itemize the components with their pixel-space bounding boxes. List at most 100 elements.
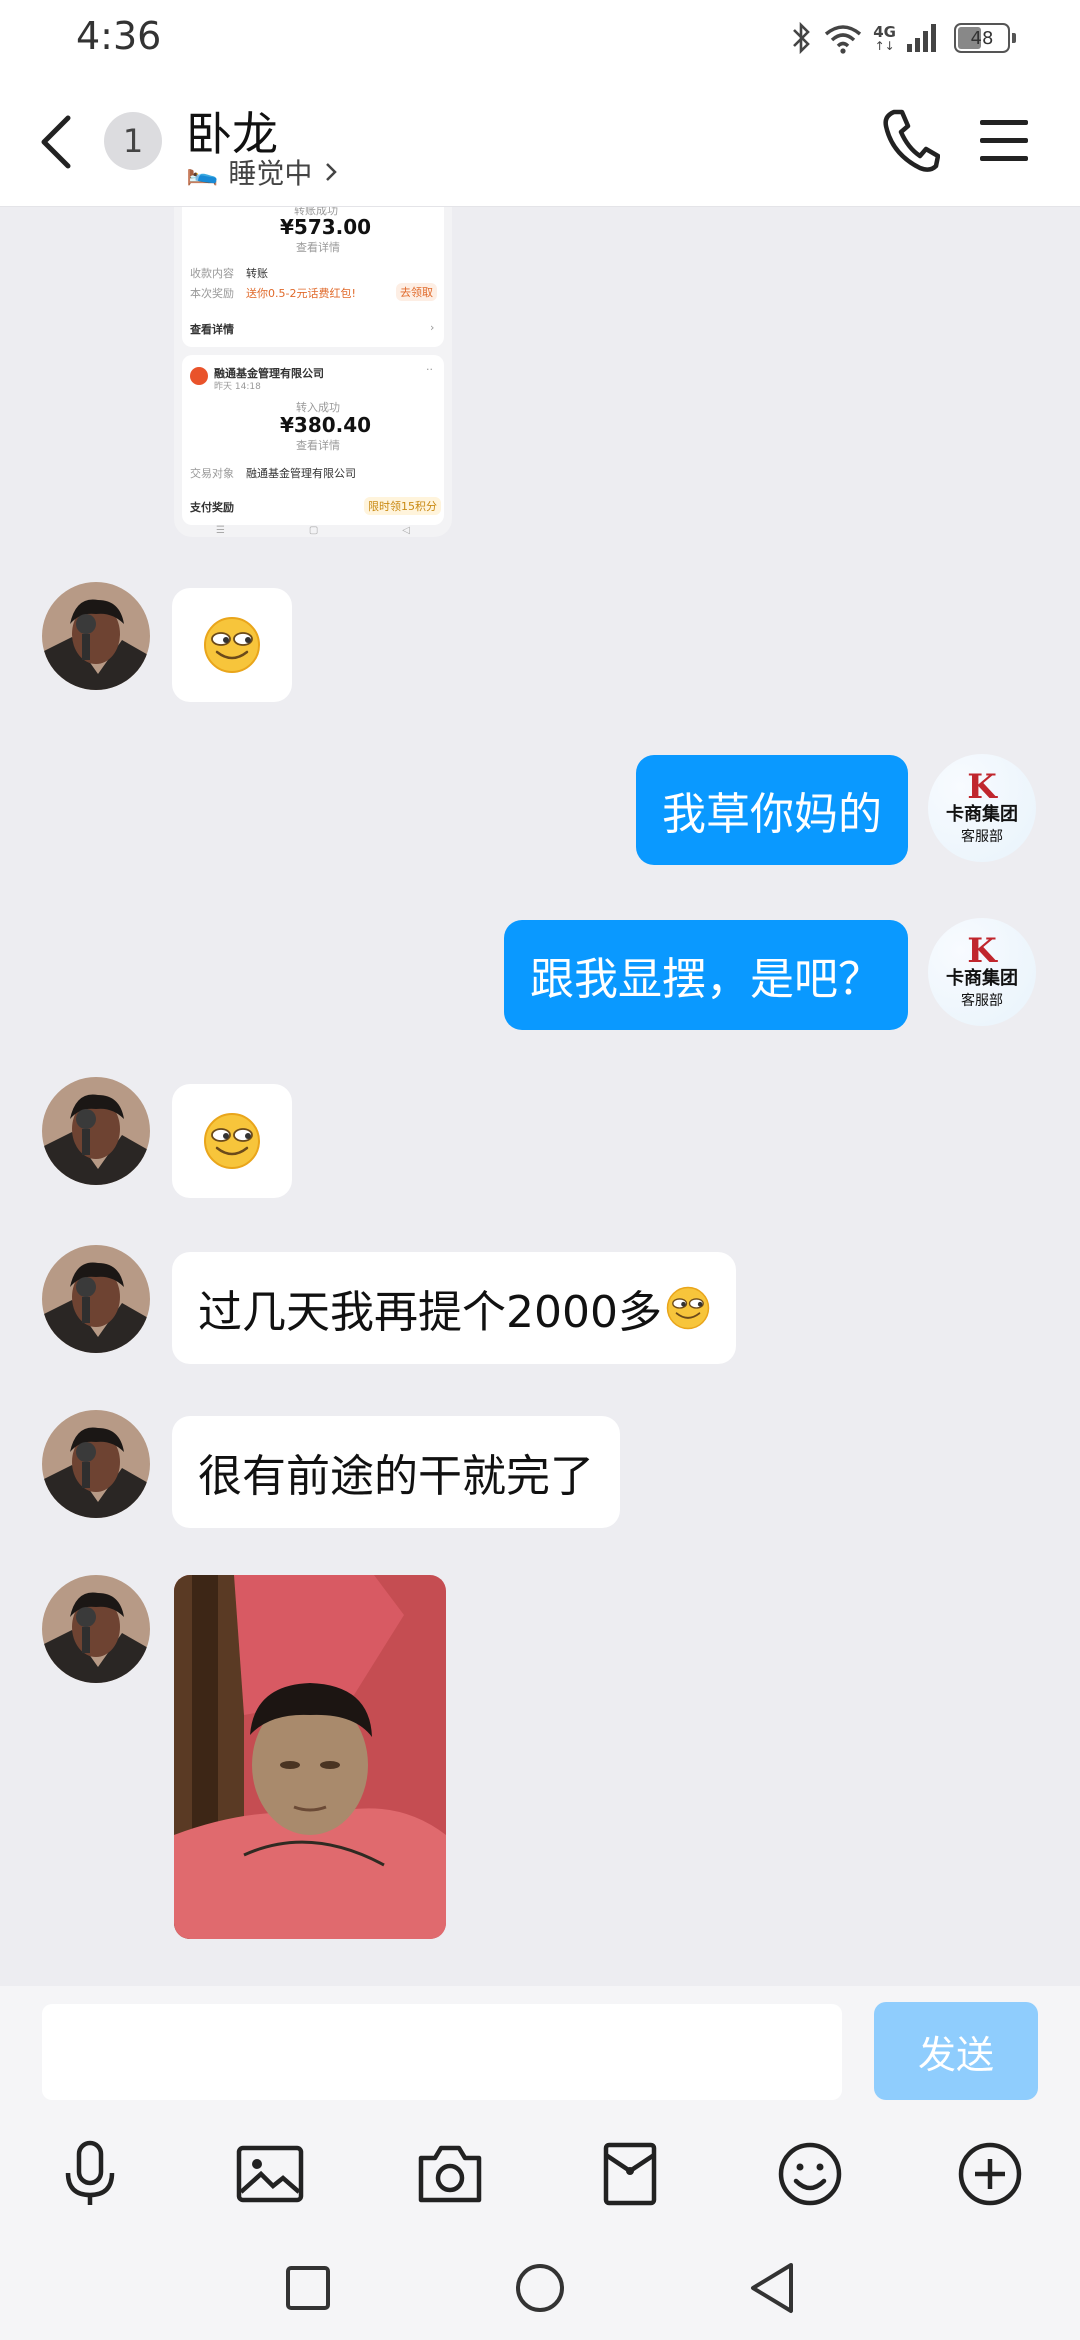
message-input-bar: 发送	[0, 1986, 1080, 2112]
network-type-label: 4G	[873, 22, 896, 41]
contact-avatar[interactable]	[42, 1245, 150, 1353]
contact-status-text: 睡觉中	[228, 157, 313, 190]
received-message[interactable]: 很有前途的干就完了	[172, 1416, 620, 1528]
back-button[interactable]	[34, 112, 82, 172]
unread-count-badge[interactable]: 1	[104, 112, 162, 170]
signal-icon	[907, 24, 936, 52]
square-icon	[286, 2266, 330, 2310]
contact-avatar[interactable]	[42, 1077, 150, 1185]
battery-icon: 48	[954, 23, 1016, 53]
red-packet-icon	[603, 2142, 657, 2206]
avatar-logo: K 卡商集团 客服部	[928, 918, 1036, 1026]
chat-header: 1 卧龙 🛌 睡觉中	[0, 76, 1080, 207]
back-icon: ◁	[402, 524, 410, 536]
payment-card-1-badge: 去领取	[396, 283, 437, 301]
microphone-icon	[65, 2140, 115, 2205]
contact-status[interactable]: 🛌 睡觉中	[186, 152, 340, 192]
payment-card-2: 融通基金管理有限公司 昨天 14:18 ·· 转入成功 ¥380.40 查看详情…	[182, 355, 444, 525]
my-avatar[interactable]: K 卡商集团 客服部	[928, 918, 1036, 1026]
emoji-message[interactable]	[172, 1084, 292, 1198]
status-icons: 4G ↑↓ 48	[791, 18, 1016, 58]
payment-card-1-details-link: 查看详情	[190, 323, 234, 336]
payment-card-1-row1-value: 转账	[246, 267, 268, 280]
hamburger-menu-icon	[980, 120, 1028, 161]
status-time: 4:36	[76, 14, 162, 58]
payment-card-2-date: 昨天 14:18	[214, 382, 261, 392]
payment-card-2-row2-label: 支付奖励	[190, 501, 234, 514]
plus-icon	[958, 2142, 1022, 2206]
payment-card-1-row2-label: 本次奖励	[190, 287, 234, 300]
payment-card-1-view-detail: 查看详情	[296, 241, 340, 254]
payment-card-2-row1-value: 融通基金管理有限公司	[246, 467, 356, 480]
image-icon	[236, 2145, 304, 2203]
payment-card-2-row1-label: 交易对象	[190, 467, 234, 480]
input-toolbar	[0, 2112, 1080, 2236]
avatar-image	[42, 1077, 150, 1185]
contact-avatar[interactable]	[42, 1410, 150, 1518]
chat-message-list[interactable]: 转账成功 ¥573.00 查看详情 收款内容 转账 本次奖励 送你0.5-2元话…	[0, 207, 1080, 1985]
emoji-icon	[778, 2142, 842, 2206]
my-avatar[interactable]: K 卡商集团 客服部	[928, 754, 1036, 862]
bed-icon: 🛌	[186, 157, 219, 187]
smirk-emoji-icon	[204, 617, 260, 673]
voice-button[interactable]	[50, 2134, 130, 2214]
system-nav-bar	[0, 2236, 1080, 2340]
avatar-image	[42, 1410, 150, 1518]
home-icon: ▢	[308, 524, 319, 536]
network-type: 4G ↑↓	[873, 22, 896, 53]
wifi-icon	[825, 25, 862, 54]
avatar-image	[42, 1245, 150, 1353]
recent-apps-button[interactable]	[278, 2258, 338, 2318]
battery-level: 48	[970, 27, 994, 49]
payment-card-1-amount: ¥573.00	[280, 215, 372, 239]
photo-image	[174, 1575, 446, 1939]
screenshot-nav-bar: ☰ ▢ ◁	[174, 523, 452, 537]
avatar-logo: K 卡商集团 客服部	[928, 754, 1036, 862]
back-nav-button[interactable]	[742, 2258, 802, 2318]
menu-icon: ☰	[215, 524, 225, 536]
avatar-line1: 卡商集团	[946, 968, 1018, 990]
avatar-line2: 客服部	[961, 992, 1003, 1009]
data-arrows-icon: ↑↓	[874, 38, 895, 53]
home-button[interactable]	[510, 2258, 570, 2318]
triangle-back-icon	[751, 2263, 793, 2313]
received-message[interactable]: 过几天我再提个2000多	[172, 1252, 736, 1364]
camera-icon	[418, 2145, 482, 2203]
chevron-left-icon	[41, 115, 71, 169]
more-dots-icon: ··	[426, 363, 433, 376]
smirk-emoji-icon	[666, 1286, 710, 1330]
phone-icon	[883, 109, 941, 172]
contact-avatar[interactable]	[42, 582, 150, 690]
status-bar: 4:36 4G ↑↓ 48	[0, 0, 1080, 76]
circle-icon	[516, 2264, 564, 2312]
red-packet-button[interactable]	[590, 2134, 670, 2214]
sent-message[interactable]: 跟我显摆，是吧？	[504, 920, 908, 1030]
image-button[interactable]	[230, 2134, 310, 2214]
photo-message[interactable]	[174, 1575, 446, 1939]
message-input[interactable]	[42, 2004, 842, 2100]
shared-payment-screenshot[interactable]: 转账成功 ¥573.00 查看详情 收款内容 转账 本次奖励 送你0.5-2元话…	[174, 207, 452, 537]
sent-message[interactable]: 我草你妈的	[636, 755, 908, 865]
avatar-image	[42, 1575, 150, 1683]
more-options-button[interactable]	[950, 2134, 1030, 2214]
more-menu-button[interactable]	[976, 114, 1032, 166]
payment-card-2-badge: 限时领15积分	[364, 497, 441, 515]
fund-logo-icon	[190, 367, 208, 385]
chevron-right-icon	[326, 163, 338, 181]
phone-call-button[interactable]	[880, 106, 941, 174]
bluetooth-icon	[793, 21, 811, 55]
avatar-image	[42, 582, 150, 690]
emoji-button[interactable]	[770, 2134, 850, 2214]
avatar-line1: 卡商集团	[946, 804, 1018, 826]
contact-avatar[interactable]	[42, 1575, 150, 1683]
k-logo-icon: K	[967, 931, 997, 972]
avatar-line2: 客服部	[961, 828, 1003, 845]
payment-card-2-amount: ¥380.40	[280, 413, 372, 437]
camera-button[interactable]	[410, 2134, 490, 2214]
payment-card-1-row2-value: 送你0.5-2元话费红包!	[246, 287, 356, 300]
message-text: 过几天我再提个2000多	[198, 1287, 662, 1338]
chevron-right-icon: ›	[430, 321, 435, 334]
payment-card-1-row1-label: 收款内容	[190, 267, 234, 280]
send-button[interactable]: 发送	[874, 2002, 1038, 2100]
emoji-message[interactable]	[172, 588, 292, 702]
